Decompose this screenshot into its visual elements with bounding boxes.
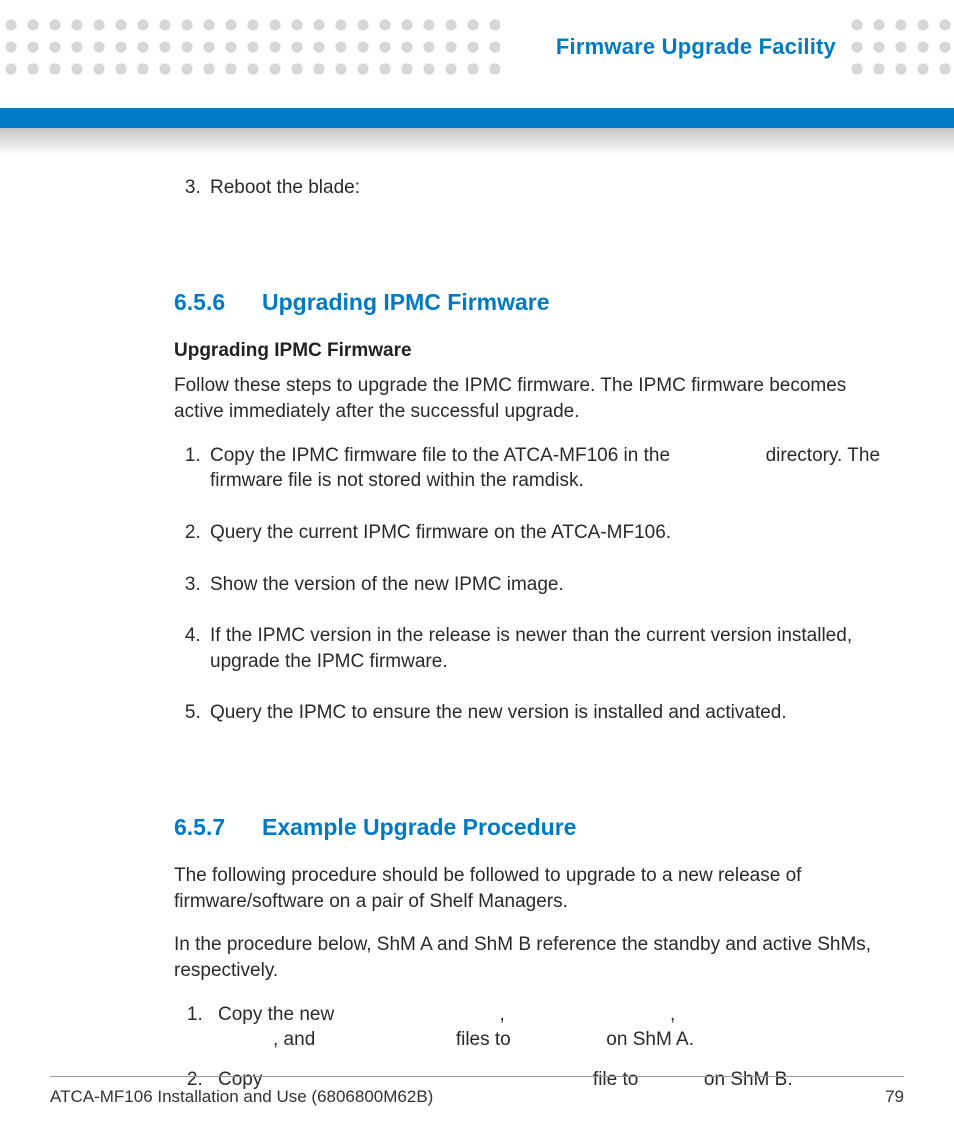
- section-number: 6.5.6: [174, 287, 234, 318]
- step-text-part: files to: [451, 1029, 516, 1050]
- list-item: Reboot the blade:: [206, 175, 894, 201]
- section-656-body: Upgrading IPMC Firmware Follow these ste…: [174, 338, 894, 726]
- document-page: Firmware Upgrade Facility Reboot the bla…: [0, 0, 954, 1145]
- step-text-part: , and: [273, 1029, 321, 1050]
- list-item: Show the version of the new IPMC image.: [206, 572, 894, 598]
- step-text-part: ,: [499, 1004, 510, 1025]
- header-gradient: [0, 128, 954, 156]
- page-header-title: Firmware Upgrade Facility: [556, 34, 836, 60]
- step-text: Query the current IPMC firmware on the A…: [210, 522, 671, 543]
- section-657-heading: 6.5.7 Example Upgrade Procedure: [174, 812, 894, 843]
- section-656-heading: 6.5.6 Upgrading IPMC Firmware: [174, 287, 894, 318]
- step-text: If the IPMC version in the release is ne…: [210, 625, 852, 672]
- footer-page-number: 79: [885, 1087, 904, 1107]
- list-item: Copy the new , , , and files to on ShM A…: [208, 1002, 894, 1053]
- upgrade-steps-list: Copy the IPMC firmware file to the ATCA-…: [174, 443, 894, 726]
- step-text-part: Copy the new: [218, 1004, 339, 1025]
- section-title: Example Upgrade Procedure: [262, 812, 576, 843]
- list-item: Query the current IPMC firmware on the A…: [206, 520, 894, 546]
- step-text: Query the IPMC to ensure the new version…: [210, 702, 787, 723]
- step-text-part: Copy the IPMC firmware file to the ATCA-…: [210, 445, 675, 466]
- header-blue-bar: [0, 108, 954, 128]
- section-657-body: The following procedure should be follow…: [174, 863, 894, 1092]
- list-item: If the IPMC version in the release is ne…: [206, 623, 894, 674]
- step-text-part: ,: [670, 1004, 675, 1025]
- section-subheading: Upgrading IPMC Firmware: [174, 338, 894, 364]
- section-paragraph: The following procedure should be follow…: [174, 863, 894, 914]
- section-number: 6.5.7: [174, 812, 234, 843]
- page-content: Reboot the blade: 6.5.6 Upgrading IPMC F…: [174, 175, 894, 1107]
- decorative-dots-left: [0, 14, 500, 76]
- list-item: Copy the IPMC firmware file to the ATCA-…: [206, 443, 894, 494]
- section-paragraph: In the procedure below, ShM A and ShM B …: [174, 932, 894, 983]
- footer-doc-title: ATCA-MF106 Installation and Use (6806800…: [50, 1087, 433, 1107]
- step-text: Show the version of the new IPMC image.: [210, 574, 564, 595]
- list-item-text: Reboot the blade:: [210, 177, 360, 198]
- continued-ordered-list: Reboot the blade:: [174, 175, 894, 201]
- list-item: Query the IPMC to ensure the new version…: [206, 700, 894, 726]
- page-footer: ATCA-MF106 Installation and Use (6806800…: [50, 1076, 904, 1107]
- section-title: Upgrading IPMC Firmware: [262, 287, 550, 318]
- decorative-dots-right: [846, 14, 954, 76]
- step-text-part: on ShM A.: [601, 1029, 694, 1050]
- section-intro-paragraph: Follow these steps to upgrade the IPMC f…: [174, 373, 894, 424]
